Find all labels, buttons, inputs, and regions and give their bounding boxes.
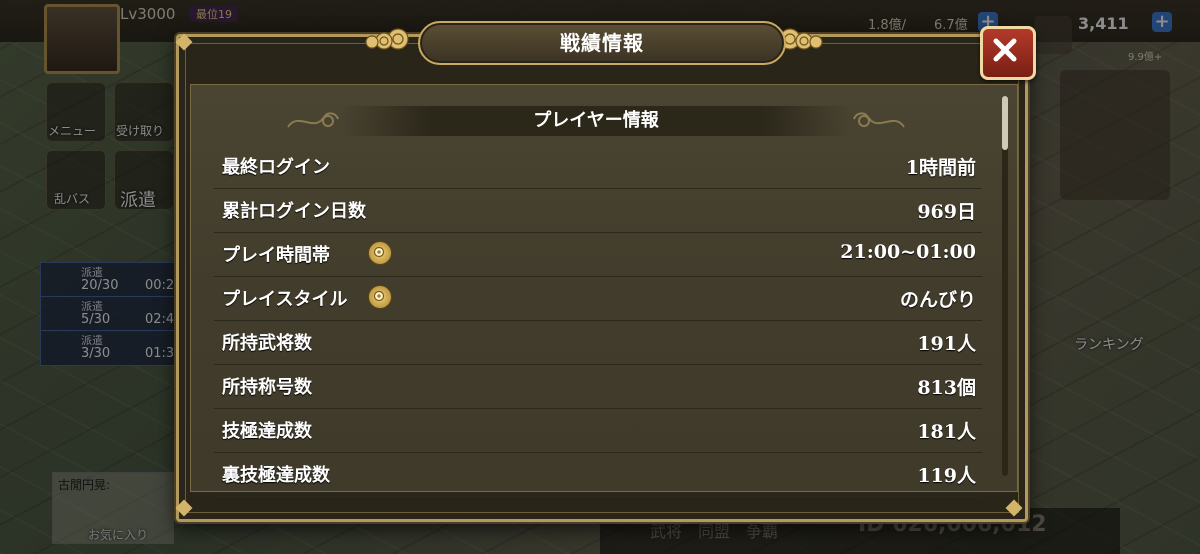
close-x-icon [993,38,1017,62]
row-label: プレイスタイル [222,289,348,310]
row-value: 181人 [917,421,976,443]
dialog-title-plate: 戦績情報 [418,21,786,65]
section-title: プレイヤー情報 [533,110,659,131]
gear-icon [373,290,385,302]
section-header: プレイヤー情報 [284,103,908,139]
row-label: プレイ時間帯 [222,245,330,266]
info-row-last-login: 最終ログイン 1時間前 [214,145,982,189]
scrollbar[interactable] [1002,96,1008,476]
row-value: 1時間前 [905,157,976,179]
row-label: 所持称号数 [222,377,312,398]
row-value: 969日 [917,201,976,223]
row-label: 所持武将数 [222,333,312,354]
player-info-list: 最終ログイン 1時間前 累計ログイン日数 969日 プレイ時間帯 21:00~0… [214,145,982,497]
info-row-ura-skill-mastery: 裏技極達成数 119人 [214,453,982,497]
row-value: のんびり [899,289,976,311]
row-value: 21:00~01:00 [840,241,976,263]
row-value: 191人 [917,333,976,355]
info-row-play-time: プレイ時間帯 21:00~01:00 [214,233,982,277]
cloud-ornament-icon [365,28,409,50]
scroll-thumb[interactable] [1002,96,1008,150]
row-label: 技極達成数 [222,421,312,442]
row-label: 裏技極達成数 [222,465,330,486]
info-row-skill-mastery: 技極達成数 181人 [214,409,982,453]
info-row-generals: 所持武将数 191人 [214,321,982,365]
info-row-login-days: 累計ログイン日数 969日 [214,189,982,233]
play-style-settings-button[interactable] [368,285,392,309]
row-label: 最終ログイン [222,157,330,178]
dialog-title: 戦績情報 [560,31,644,55]
play-time-settings-button[interactable] [368,241,392,265]
row-value: 813個 [917,377,976,399]
gear-icon [373,246,385,258]
row-label: 累計ログイン日数 [222,201,366,222]
row-value: 119人 [917,465,976,487]
close-button[interactable] [980,26,1036,80]
info-row-titles: 所持称号数 813個 [214,365,982,409]
info-row-play-style: プレイスタイル のんびり [214,277,982,321]
